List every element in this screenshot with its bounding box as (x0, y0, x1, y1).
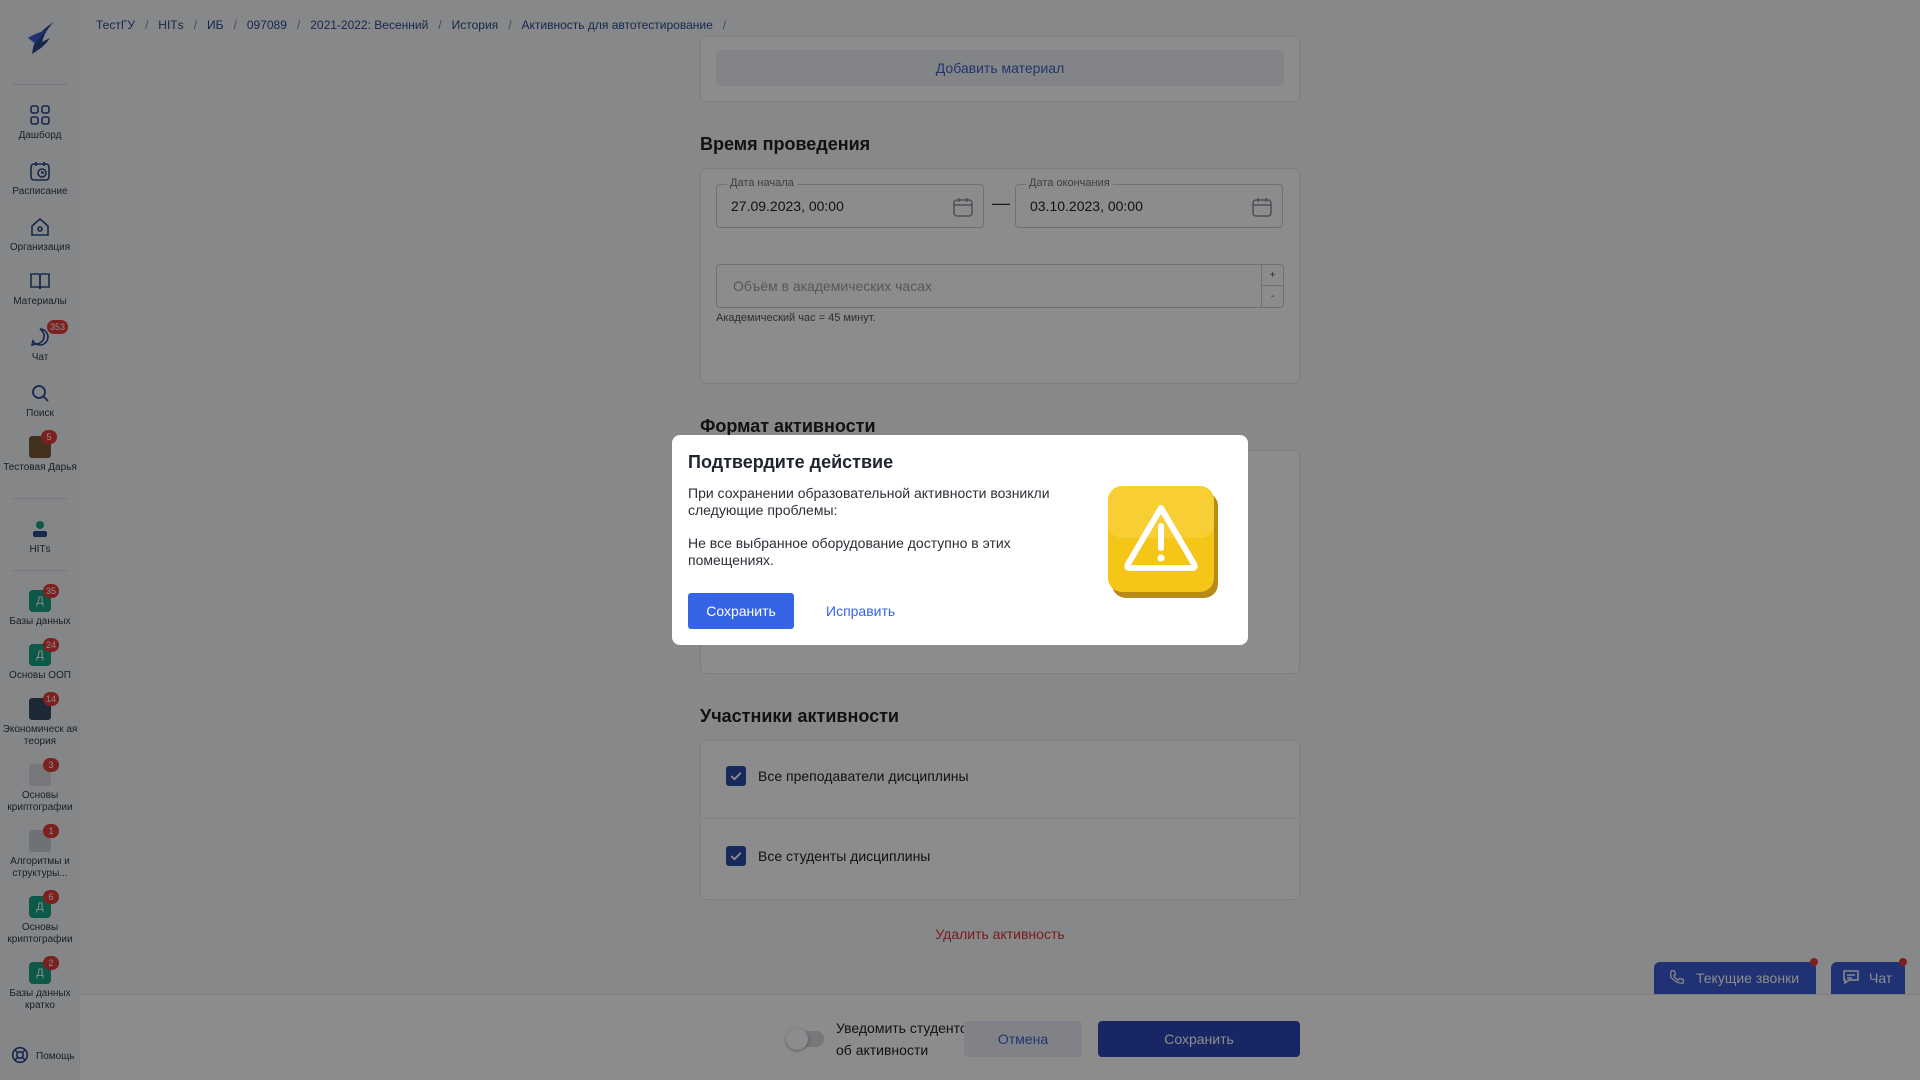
dialog-message: При сохранении образовательной активност… (688, 485, 1078, 569)
dialog-title: Подтвердите действие (688, 452, 894, 472)
dialog-save-button[interactable]: Сохранить (688, 593, 794, 629)
dialog-fix-button[interactable]: Исправить (826, 593, 895, 629)
dialog-message-line: При сохранении образовательной активност… (688, 485, 1050, 518)
warning-icon (1102, 480, 1220, 598)
dialog-message-line: Не все выбранное оборудование доступно в… (688, 535, 1011, 568)
confirm-dialog: Подтвердите действие При сохранении обра… (672, 435, 1248, 645)
